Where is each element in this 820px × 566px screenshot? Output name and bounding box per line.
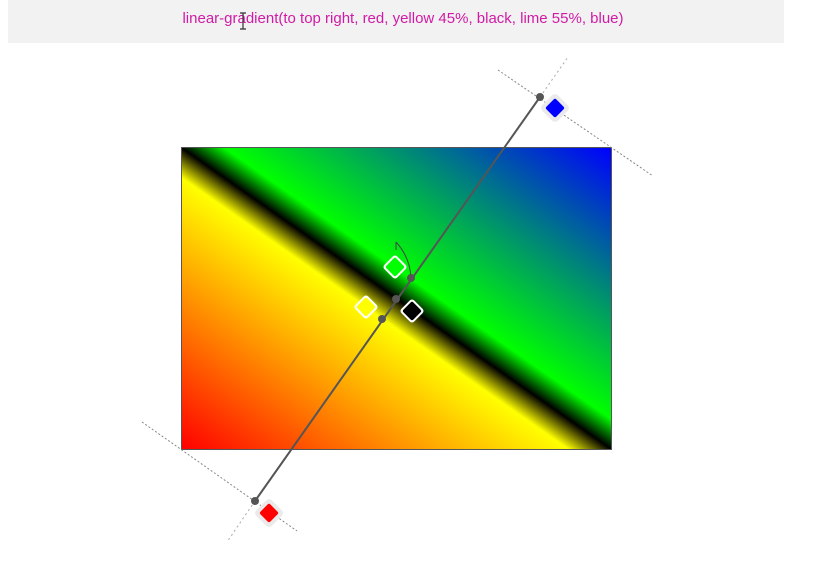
- stop-swatch: [385, 257, 405, 277]
- stop-swatch: [356, 297, 376, 317]
- start-point-handle[interactable]: [251, 497, 259, 505]
- end-point-handle[interactable]: [536, 93, 544, 101]
- start-guide-tick: [226, 500, 256, 543]
- stop-handle-blue[interactable]: [539, 92, 570, 123]
- gradient-editor-overlay: [141, 56, 654, 543]
- stop-handle-black[interactable]: [399, 298, 424, 323]
- stop-position-marker-yellow[interactable]: [378, 315, 386, 323]
- stop-handle-lime[interactable]: [382, 254, 407, 279]
- stop-handle-yellow[interactable]: [353, 294, 378, 319]
- center-point-handle[interactable]: [392, 295, 400, 303]
- stop-swatch: [402, 301, 422, 321]
- end-guide-tick: [539, 56, 569, 98]
- stop-position-marker-lime[interactable]: [407, 274, 415, 282]
